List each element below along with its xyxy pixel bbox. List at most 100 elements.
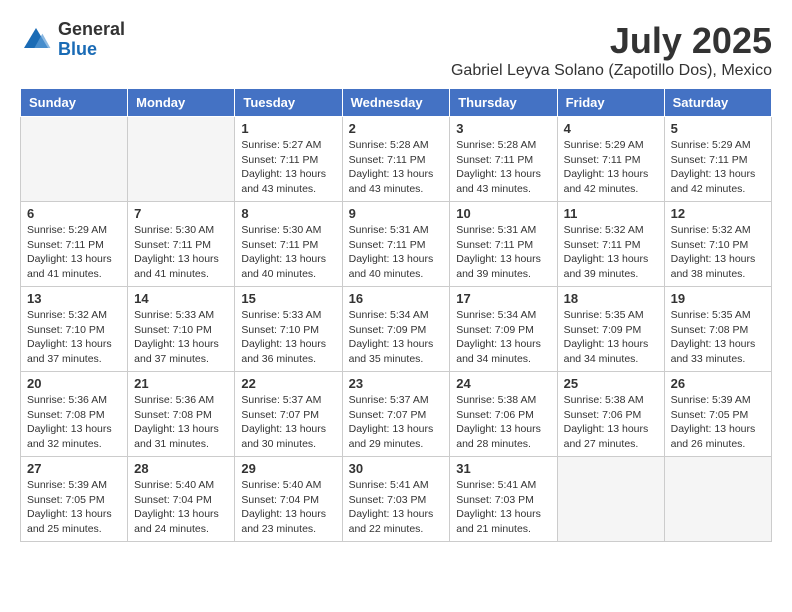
day-info: Sunrise: 5:41 AMSunset: 7:03 PMDaylight:… xyxy=(349,478,444,537)
page-header: General Blue July 2025 Gabriel Leyva Sol… xyxy=(20,20,772,80)
calendar-cell: 10 Sunrise: 5:31 AMSunset: 7:11 PMDayligh… xyxy=(450,202,557,287)
logo-blue: Blue xyxy=(58,39,97,59)
calendar-cell: 22 Sunrise: 5:37 AMSunset: 7:07 PMDayligh… xyxy=(235,372,342,457)
day-info: Sunrise: 5:30 AMSunset: 7:11 PMDaylight:… xyxy=(241,223,335,282)
calendar-cell: 30 Sunrise: 5:41 AMSunset: 7:03 PMDayligh… xyxy=(342,457,450,542)
day-number: 19 xyxy=(671,291,765,306)
calendar-cell: 31 Sunrise: 5:41 AMSunset: 7:03 PMDayligh… xyxy=(450,457,557,542)
day-number: 16 xyxy=(349,291,444,306)
day-info: Sunrise: 5:36 AMSunset: 7:08 PMDaylight:… xyxy=(27,393,121,452)
calendar-cell: 24Sunrise: 5:38 AMSunset: 7:06 PMDayligh… xyxy=(450,372,557,457)
logo-general: General xyxy=(58,19,125,39)
calendar-cell: 6 Sunrise: 5:29 AMSunset: 7:11 PMDaylight… xyxy=(21,202,128,287)
day-info: Sunrise: 5:29 AMSunset: 7:11 PMDaylight:… xyxy=(27,223,121,282)
calendar-cell: 29Sunrise: 5:40 AMSunset: 7:04 PMDayligh… xyxy=(235,457,342,542)
calendar-cell: 3 Sunrise: 5:28 AMSunset: 7:11 PMDaylight… xyxy=(450,117,557,202)
day-number: 22 xyxy=(241,376,335,391)
calendar-cell: 5 Sunrise: 5:29 AMSunset: 7:11 PMDaylight… xyxy=(664,117,771,202)
column-header-wednesday: Wednesday xyxy=(342,89,450,117)
column-header-tuesday: Tuesday xyxy=(235,89,342,117)
day-number: 27 xyxy=(27,461,121,476)
day-number: 4 xyxy=(564,121,658,136)
day-number: 5 xyxy=(671,121,765,136)
day-number: 11 xyxy=(564,206,658,221)
column-header-saturday: Saturday xyxy=(664,89,771,117)
logo: General Blue xyxy=(20,20,125,60)
day-number: 30 xyxy=(349,461,444,476)
day-number: 24 xyxy=(456,376,550,391)
day-info: Sunrise: 5:31 AMSunset: 7:11 PMDaylight:… xyxy=(349,223,444,282)
day-info: Sunrise: 5:37 AMSunset: 7:07 PMDaylight:… xyxy=(241,393,335,452)
day-number: 14 xyxy=(134,291,228,306)
day-info: Sunrise: 5:35 AMSunset: 7:08 PMDaylight:… xyxy=(671,308,765,367)
calendar-cell: 9 Sunrise: 5:31 AMSunset: 7:11 PMDaylight… xyxy=(342,202,450,287)
day-number: 8 xyxy=(241,206,335,221)
calendar-cell: 20 Sunrise: 5:36 AMSunset: 7:08 PMDayligh… xyxy=(21,372,128,457)
logo-icon xyxy=(20,24,52,56)
calendar-cell: 14 Sunrise: 5:33 AMSunset: 7:10 PMDayligh… xyxy=(128,287,235,372)
day-info: Sunrise: 5:36 AMSunset: 7:08 PMDaylight:… xyxy=(134,393,228,452)
calendar-cell xyxy=(557,457,664,542)
calendar-cell: 12Sunrise: 5:32 AMSunset: 7:10 PMDayligh… xyxy=(664,202,771,287)
day-number: 31 xyxy=(456,461,550,476)
subtitle: Gabriel Leyva Solano (Zapotillo Dos), Me… xyxy=(451,62,772,80)
calendar-cell: 27 Sunrise: 5:39 AMSunset: 7:05 PMDayligh… xyxy=(21,457,128,542)
day-number: 3 xyxy=(456,121,550,136)
calendar-cell: 28Sunrise: 5:40 AMSunset: 7:04 PMDayligh… xyxy=(128,457,235,542)
calendar-cell xyxy=(128,117,235,202)
calendar-cell: 16Sunrise: 5:34 AMSunset: 7:09 PMDayligh… xyxy=(342,287,450,372)
day-number: 7 xyxy=(134,206,228,221)
calendar-cell: 26 Sunrise: 5:39 AMSunset: 7:05 PMDayligh… xyxy=(664,372,771,457)
day-info: Sunrise: 5:38 AMSunset: 7:06 PMDaylight:… xyxy=(564,393,658,452)
calendar-cell: 7 Sunrise: 5:30 AMSunset: 7:11 PMDaylight… xyxy=(128,202,235,287)
day-info: Sunrise: 5:27 AMSunset: 7:11 PMDaylight:… xyxy=(241,138,335,197)
calendar-cell: 19 Sunrise: 5:35 AMSunset: 7:08 PMDayligh… xyxy=(664,287,771,372)
day-info: Sunrise: 5:29 AMSunset: 7:11 PMDaylight:… xyxy=(564,138,658,197)
day-number: 2 xyxy=(349,121,444,136)
calendar-cell: 13Sunrise: 5:32 AMSunset: 7:10 PMDayligh… xyxy=(21,287,128,372)
calendar-cell: 21 Sunrise: 5:36 AMSunset: 7:08 PMDayligh… xyxy=(128,372,235,457)
calendar-cell xyxy=(664,457,771,542)
day-info: Sunrise: 5:30 AMSunset: 7:11 PMDaylight:… xyxy=(134,223,228,282)
day-number: 25 xyxy=(564,376,658,391)
day-number: 17 xyxy=(456,291,550,306)
day-number: 10 xyxy=(456,206,550,221)
day-number: 15 xyxy=(241,291,335,306)
calendar-cell: 8 Sunrise: 5:30 AMSunset: 7:11 PMDaylight… xyxy=(235,202,342,287)
calendar-cell: 11 Sunrise: 5:32 AMSunset: 7:11 PMDayligh… xyxy=(557,202,664,287)
calendar-cell: 1Sunrise: 5:27 AMSunset: 7:11 PMDaylight… xyxy=(235,117,342,202)
calendar-table: SundayMondayTuesdayWednesdayThursdayFrid… xyxy=(20,88,772,542)
day-number: 9 xyxy=(349,206,444,221)
day-info: Sunrise: 5:39 AMSunset: 7:05 PMDaylight:… xyxy=(671,393,765,452)
week-row-1: 1Sunrise: 5:27 AMSunset: 7:11 PMDaylight… xyxy=(21,117,772,202)
day-number: 6 xyxy=(27,206,121,221)
calendar-cell: 15Sunrise: 5:33 AMSunset: 7:10 PMDayligh… xyxy=(235,287,342,372)
day-info: Sunrise: 5:41 AMSunset: 7:03 PMDaylight:… xyxy=(456,478,550,537)
day-number: 18 xyxy=(564,291,658,306)
week-row-2: 6 Sunrise: 5:29 AMSunset: 7:11 PMDaylight… xyxy=(21,202,772,287)
day-info: Sunrise: 5:37 AMSunset: 7:07 PMDaylight:… xyxy=(349,393,444,452)
week-row-4: 20 Sunrise: 5:36 AMSunset: 7:08 PMDayligh… xyxy=(21,372,772,457)
day-info: Sunrise: 5:28 AMSunset: 7:11 PMDaylight:… xyxy=(349,138,444,197)
day-info: Sunrise: 5:33 AMSunset: 7:10 PMDaylight:… xyxy=(134,308,228,367)
day-info: Sunrise: 5:35 AMSunset: 7:09 PMDaylight:… xyxy=(564,308,658,367)
week-row-3: 13Sunrise: 5:32 AMSunset: 7:10 PMDayligh… xyxy=(21,287,772,372)
day-number: 20 xyxy=(27,376,121,391)
day-number: 26 xyxy=(671,376,765,391)
day-info: Sunrise: 5:31 AMSunset: 7:11 PMDaylight:… xyxy=(456,223,550,282)
day-info: Sunrise: 5:29 AMSunset: 7:11 PMDaylight:… xyxy=(671,138,765,197)
day-info: Sunrise: 5:39 AMSunset: 7:05 PMDaylight:… xyxy=(27,478,121,537)
column-header-monday: Monday xyxy=(128,89,235,117)
day-info: Sunrise: 5:28 AMSunset: 7:11 PMDaylight:… xyxy=(456,138,550,197)
calendar-cell: 25 Sunrise: 5:38 AMSunset: 7:06 PMDayligh… xyxy=(557,372,664,457)
day-info: Sunrise: 5:34 AMSunset: 7:09 PMDaylight:… xyxy=(456,308,550,367)
day-info: Sunrise: 5:32 AMSunset: 7:10 PMDaylight:… xyxy=(27,308,121,367)
day-number: 28 xyxy=(134,461,228,476)
calendar-header-row: SundayMondayTuesdayWednesdayThursdayFrid… xyxy=(21,89,772,117)
logo-text: General Blue xyxy=(58,20,125,60)
calendar-cell: 4 Sunrise: 5:29 AMSunset: 7:11 PMDaylight… xyxy=(557,117,664,202)
day-number: 21 xyxy=(134,376,228,391)
calendar-cell: 18 Sunrise: 5:35 AMSunset: 7:09 PMDayligh… xyxy=(557,287,664,372)
day-info: Sunrise: 5:40 AMSunset: 7:04 PMDaylight:… xyxy=(241,478,335,537)
day-info: Sunrise: 5:32 AMSunset: 7:11 PMDaylight:… xyxy=(564,223,658,282)
